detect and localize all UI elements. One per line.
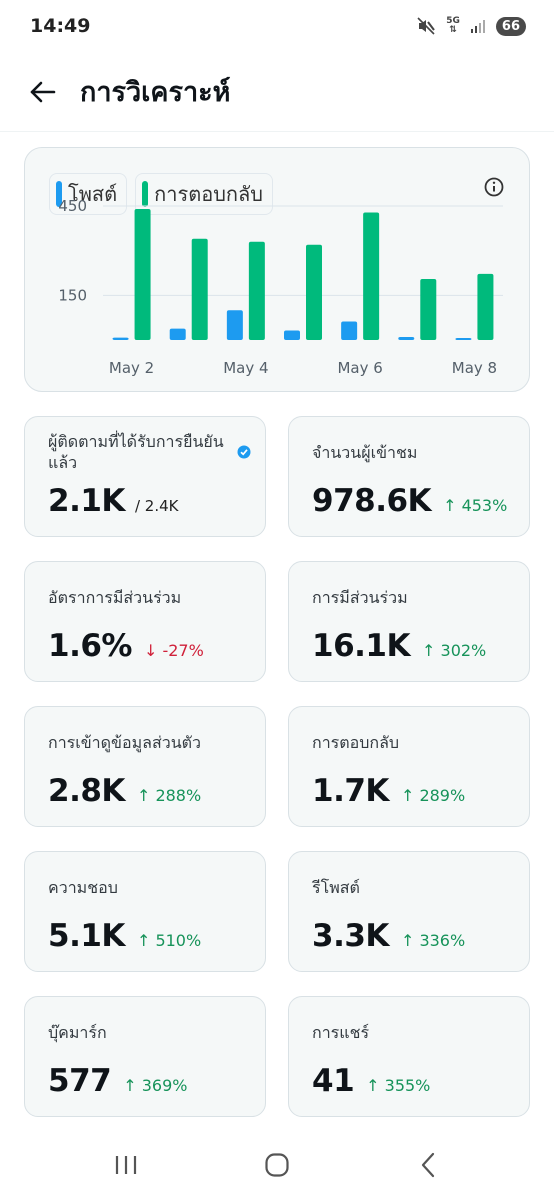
signal-icon bbox=[470, 18, 486, 34]
metric-value-row: 41 ↑ 355% bbox=[312, 1063, 430, 1099]
metric-card-reposts[interactable]: รีโพสต์ 3.3K ↑ 336% bbox=[288, 851, 530, 972]
metric-card-likes[interactable]: ความชอบ 5.1K ↑ 510% bbox=[24, 851, 266, 972]
metric-label: บุ๊คมาร์ก bbox=[48, 1023, 107, 1042]
metric-card-replies[interactable]: การตอบกลับ 1.7K ↑ 289% bbox=[288, 706, 530, 827]
bar-posts-1[interactable] bbox=[112, 337, 129, 340]
bar-posts-4[interactable] bbox=[284, 330, 300, 340]
bar-replies-3[interactable] bbox=[248, 241, 265, 340]
activity-chart-card: โพสต์ การตอบกลับ 150 450 May 2 May 4 May 6 Ma… bbox=[24, 147, 530, 392]
metric-value-row: 978.6K ↑ 453% bbox=[312, 483, 507, 519]
metric-value-row: 1.7K ↑ 289% bbox=[312, 773, 465, 809]
x-tick-label: May 6 bbox=[337, 359, 382, 377]
page-header: การวิเคราะห์ bbox=[0, 52, 554, 132]
metric-value: 1.7K bbox=[312, 773, 389, 809]
metric-value-row: 2.1K / 2.4K bbox=[48, 483, 178, 519]
metric-label: อัตราการมีส่วนร่วม bbox=[48, 588, 182, 607]
metric-value: 2.8K bbox=[48, 773, 125, 809]
bar-posts-3[interactable] bbox=[226, 310, 243, 340]
battery-indicator: 66 bbox=[495, 16, 526, 36]
metric-label: การตอบกลับ bbox=[312, 733, 400, 752]
y-tick-label: 150 bbox=[58, 286, 87, 304]
metric-card-engagements[interactable]: การมีส่วนร่วม 16.1K ↑ 302% bbox=[288, 561, 530, 682]
metric-change: ↑ 510% bbox=[136, 931, 202, 950]
metric-value: 978.6K bbox=[312, 483, 432, 519]
bar-replies-1[interactable] bbox=[134, 208, 151, 340]
x-tick-label: May 4 bbox=[223, 359, 268, 377]
metric-value: 16.1K bbox=[312, 628, 411, 664]
status-bar: 14:49 5G ⇅ 66 bbox=[0, 0, 554, 52]
bar-posts-5[interactable] bbox=[341, 321, 358, 340]
metric-value: 2.1K bbox=[48, 483, 125, 519]
bar-replies-4[interactable] bbox=[306, 244, 322, 340]
bar-posts-2[interactable] bbox=[169, 328, 186, 340]
status-time: 14:49 bbox=[30, 15, 91, 37]
recent-apps-icon bbox=[115, 1156, 136, 1174]
metric-value-row: 16.1K ↑ 302% bbox=[312, 628, 486, 664]
mute-icon bbox=[416, 16, 436, 36]
metric-value: 3.3K bbox=[312, 918, 389, 954]
bar-posts-7[interactable] bbox=[455, 338, 472, 340]
back-button[interactable] bbox=[26, 76, 58, 108]
metric-card-impressions[interactable]: จำนวนผู้เข้าชม 978.6K ↑ 453% bbox=[288, 416, 530, 537]
metric-value-row: 3.3K ↑ 336% bbox=[312, 918, 465, 954]
data-arrows-icon: ⇅ bbox=[449, 25, 457, 35]
bar-replies-5[interactable] bbox=[363, 212, 380, 340]
metric-card-shares[interactable]: การแชร์ 41 ↑ 355% bbox=[288, 996, 530, 1117]
x-tick-label: May 8 bbox=[452, 359, 497, 377]
system-back-button[interactable] bbox=[398, 1140, 458, 1190]
metric-change: ↑ 288% bbox=[136, 786, 202, 805]
metric-card-profile-visits[interactable]: การเข้าดูข้อมูลส่วนตัว 2.8K ↑ 288% bbox=[24, 706, 266, 827]
metric-value-row: 1.6% ↓ -27% bbox=[48, 628, 204, 664]
metric-change: ↑ 355% bbox=[366, 1076, 431, 1095]
bar-replies-6[interactable] bbox=[420, 278, 437, 340]
status-icons: 5G ⇅ 66 bbox=[416, 16, 526, 36]
chevron-left-icon bbox=[422, 1152, 435, 1178]
metric-label: ผู้ติดตามที่ได้รับการยืนยันแล้ว bbox=[48, 432, 224, 472]
metric-label: การแชร์ bbox=[312, 1023, 370, 1042]
metric-label: รีโพสต์ bbox=[312, 878, 360, 897]
network-indicator: 5G ⇅ bbox=[446, 17, 460, 35]
metric-card-verified-followers[interactable]: ผู้ติดตามที่ได้รับการยืนยันแล้ว 2.1K / 2… bbox=[24, 416, 266, 537]
metric-card-bookmarks[interactable]: บุ๊คมาร์ก 577 ↑ 369% bbox=[24, 996, 266, 1117]
home-button[interactable] bbox=[247, 1140, 307, 1190]
x-tick-label: May 2 bbox=[109, 359, 154, 377]
metric-total: / 2.4K bbox=[134, 497, 179, 515]
metric-value: 1.6% bbox=[48, 628, 132, 664]
metric-value-row: 577 ↑ 369% bbox=[48, 1063, 187, 1099]
metric-value-row: 5.1K ↑ 510% bbox=[48, 918, 201, 954]
metric-value-row: 2.8K ↑ 288% bbox=[48, 773, 201, 809]
metric-change: ↑ 289% bbox=[400, 786, 466, 805]
metric-label: จำนวนผู้เข้าชม bbox=[312, 443, 418, 462]
metric-label: การเข้าดูข้อมูลส่วนตัว bbox=[48, 733, 202, 752]
metric-change: ↑ 453% bbox=[443, 496, 508, 515]
home-icon bbox=[265, 1153, 289, 1177]
bar-posts-6[interactable] bbox=[398, 337, 415, 340]
metric-value: 577 bbox=[48, 1063, 112, 1099]
verified-badge-icon bbox=[237, 445, 251, 459]
metric-label: ความชอบ bbox=[48, 878, 118, 897]
y-tick-label: 450 bbox=[58, 197, 87, 215]
bar-replies-7[interactable] bbox=[477, 273, 494, 340]
page-title: การวิเคราะห์ bbox=[80, 77, 231, 108]
metric-change: ↑ 302% bbox=[422, 641, 487, 660]
recent-apps-button[interactable] bbox=[96, 1140, 156, 1190]
bar-chart: 150 450 May 2 May 4 May 6 May 8 bbox=[58, 197, 503, 377]
metric-change: ↑ 369% bbox=[123, 1076, 188, 1095]
metric-value: 41 bbox=[312, 1063, 355, 1099]
metric-change: ↓ -27% bbox=[143, 641, 204, 660]
metric-label: การมีส่วนร่วม bbox=[312, 588, 408, 607]
metric-change: ↑ 336% bbox=[400, 931, 466, 950]
metric-card-engagement-rate[interactable]: อัตราการมีส่วนร่วม 1.6% ↓ -27% bbox=[24, 561, 266, 682]
back-arrow-icon bbox=[30, 81, 56, 102]
bar-replies-2[interactable] bbox=[191, 238, 208, 340]
system-nav-bar bbox=[0, 1130, 554, 1200]
metric-value: 5.1K bbox=[48, 918, 125, 954]
